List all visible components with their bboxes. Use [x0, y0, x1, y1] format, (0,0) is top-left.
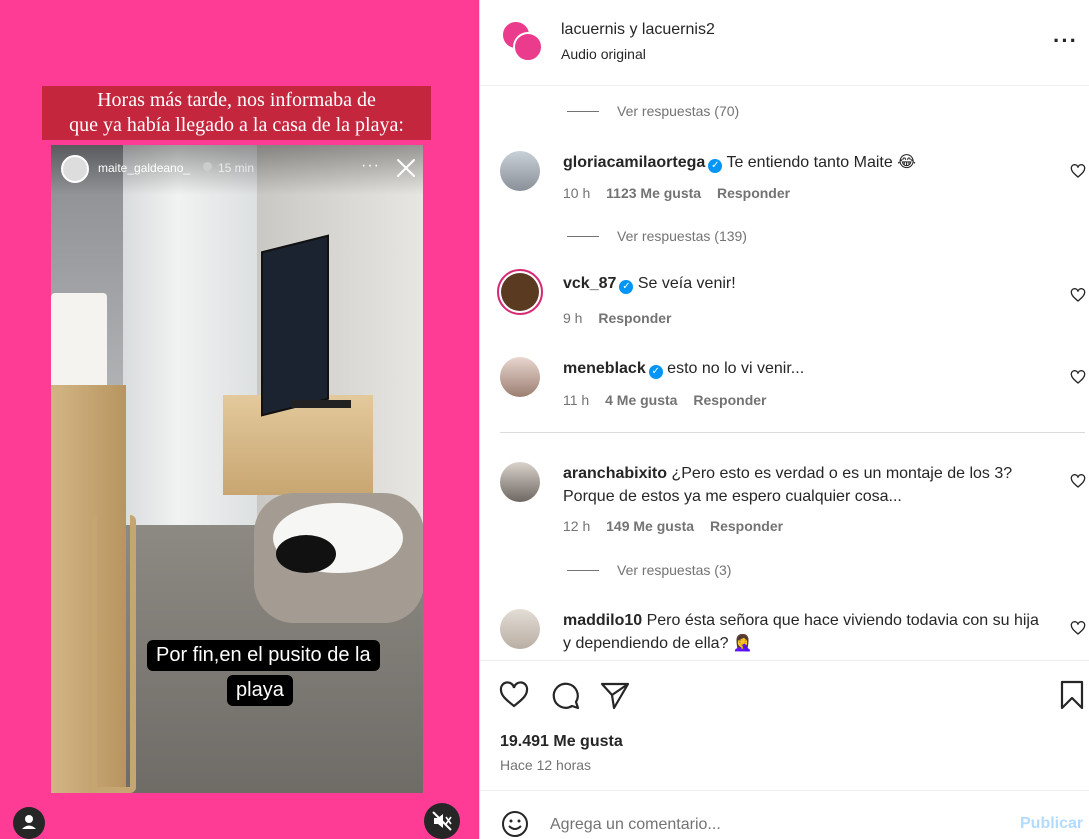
story-screenshot: maite_galdeano_ 15 min ··· Por fin,en el…: [51, 145, 423, 793]
reply-button[interactable]: Responder: [598, 310, 671, 326]
comment-time[interactable]: 9 h: [563, 310, 582, 326]
heart-icon[interactable]: [1070, 287, 1086, 303]
caption-line-1: Horas más tarde, nos informaba de: [97, 89, 376, 111]
media-caption: Horas más tarde, nos informaba de que ya…: [42, 86, 431, 140]
story-avatar: [61, 155, 89, 183]
author-avatar-2: [513, 32, 543, 62]
story-subtitle-line-1: Por fin,en el pusito de la: [147, 640, 380, 671]
comment-likes[interactable]: 149 Me gusta: [606, 518, 694, 534]
story-time: 15 min: [218, 161, 255, 175]
comments-list[interactable]: Ver respuestas (70) gloriacamilaortega ✓ …: [480, 87, 1089, 660]
comment-time[interactable]: 12 h: [563, 518, 590, 534]
replies-divider: [567, 110, 599, 112]
comment-avatar[interactable]: [500, 462, 540, 502]
comment-body: vck_87 ✓ Se veía venir!: [563, 272, 1043, 295]
verified-icon: ✓: [619, 280, 634, 294]
scene-tv-stand: [291, 400, 351, 408]
user-icon: [22, 815, 36, 829]
post-header: lacuernis y lacuernis2 Audio original ··…: [480, 0, 1089, 86]
comment-text: esto no lo vi venir...: [667, 360, 805, 377]
comment-body: meneblack ✓ esto no lo vi venir...: [563, 357, 1043, 380]
publish-button[interactable]: Publicar: [1020, 815, 1083, 833]
story-close-icon: [397, 159, 415, 177]
heart-icon[interactable]: [1070, 473, 1086, 489]
comment-username[interactable]: maddilo10: [563, 612, 642, 629]
comment-username[interactable]: gloriacamilaortega: [563, 154, 705, 171]
tagged-users-button[interactable]: [13, 807, 45, 839]
comment-avatar[interactable]: [500, 609, 540, 649]
comment-composer: Publicar: [480, 790, 1089, 839]
comment-time[interactable]: 11 h: [563, 392, 589, 408]
comment-input[interactable]: [550, 813, 980, 837]
comment-likes[interactable]: 4 Me gusta: [605, 392, 677, 408]
mute-button[interactable]: [424, 803, 460, 839]
comment-meta: 10 h 1123 Me gusta Responder: [563, 185, 802, 201]
author-avatar[interactable]: [501, 20, 545, 64]
comment-avatar[interactable]: [500, 357, 540, 397]
scene-chair: [91, 515, 136, 793]
comment-username[interactable]: meneblack: [563, 360, 646, 377]
replies-divider: [567, 569, 599, 571]
likes-count[interactable]: 19.491 Me gusta: [500, 733, 623, 751]
verified-icon: ✓: [648, 365, 663, 379]
comment-body: maddilo10 Pero ésta señora que hace vivi…: [563, 609, 1043, 655]
comments-divider: [500, 432, 1085, 433]
audio-label[interactable]: Audio original: [561, 46, 646, 62]
reply-button[interactable]: Responder: [717, 185, 790, 201]
post-media: Horas más tarde, nos informaba de que ya…: [0, 0, 479, 839]
comment-username[interactable]: vck_87: [563, 275, 616, 292]
story-more-icon: ···: [361, 157, 380, 174]
comment-icon[interactable]: [550, 679, 582, 711]
bookmark-icon[interactable]: [1056, 679, 1088, 711]
comment-username[interactable]: aranchabixito: [563, 465, 667, 482]
comment-avatar-story-ring[interactable]: [497, 269, 543, 315]
audio-muted-icon: [432, 811, 452, 831]
scene-dog-head: [276, 535, 336, 573]
story-verified-icon: [203, 162, 212, 171]
scene-tv-cabinet: [223, 395, 373, 495]
view-replies-button[interactable]: Ver respuestas (139): [567, 228, 747, 244]
replies-divider: [567, 235, 599, 237]
comment-body: aranchabixito ¿Pero esto es verdad o es …: [563, 462, 1043, 508]
comment-meta: 12 h 149 Me gusta Responder: [563, 518, 795, 534]
story-username: maite_galdeano_: [98, 161, 191, 175]
comment-avatar[interactable]: [500, 151, 540, 191]
more-options-icon[interactable]: ···: [1053, 28, 1083, 54]
comment-body: gloriacamilaortega ✓ Te entiendo tanto Ma…: [563, 151, 1043, 174]
comment-likes[interactable]: 1123 Me gusta: [606, 185, 701, 201]
heart-icon[interactable]: [1070, 163, 1086, 179]
post-actions: 19.491 Me gusta Hace 12 horas: [480, 660, 1089, 790]
reply-button[interactable]: Responder: [710, 518, 783, 534]
post-authors[interactable]: lacuernis y lacuernis2: [561, 21, 715, 39]
view-replies-label: Ver respuestas (3): [617, 562, 732, 578]
verified-icon: ✓: [708, 159, 723, 173]
heart-icon[interactable]: [1070, 620, 1086, 636]
story-subtitle-line-2: playa: [227, 675, 293, 706]
heart-icon[interactable]: [1070, 369, 1086, 385]
share-icon[interactable]: [599, 679, 631, 711]
view-replies-button[interactable]: Ver respuestas (70): [567, 103, 739, 119]
post-time[interactable]: Hace 12 horas: [500, 757, 591, 773]
comment-time[interactable]: 10 h: [563, 185, 590, 201]
view-replies-label: Ver respuestas (139): [617, 228, 747, 244]
emoji-icon[interactable]: [500, 809, 530, 839]
comment-text: Te entiendo tanto Maite 😂: [726, 154, 916, 171]
view-replies-label: Ver respuestas (70): [617, 103, 740, 119]
scene-tv: [261, 234, 329, 417]
post-side-panel: lacuernis y lacuernis2 Audio original ··…: [479, 0, 1089, 839]
heart-icon[interactable]: [498, 679, 530, 711]
caption-line-2: que ya había llegado a la casa de la pla…: [69, 114, 404, 136]
comment-meta: 9 h Responder: [563, 310, 683, 326]
reply-button[interactable]: Responder: [693, 392, 766, 408]
comment-meta: 11 h 4 Me gusta Responder: [563, 392, 778, 408]
comment-text: Se veía venir!: [637, 275, 736, 292]
view-replies-button[interactable]: Ver respuestas (3): [567, 562, 731, 578]
